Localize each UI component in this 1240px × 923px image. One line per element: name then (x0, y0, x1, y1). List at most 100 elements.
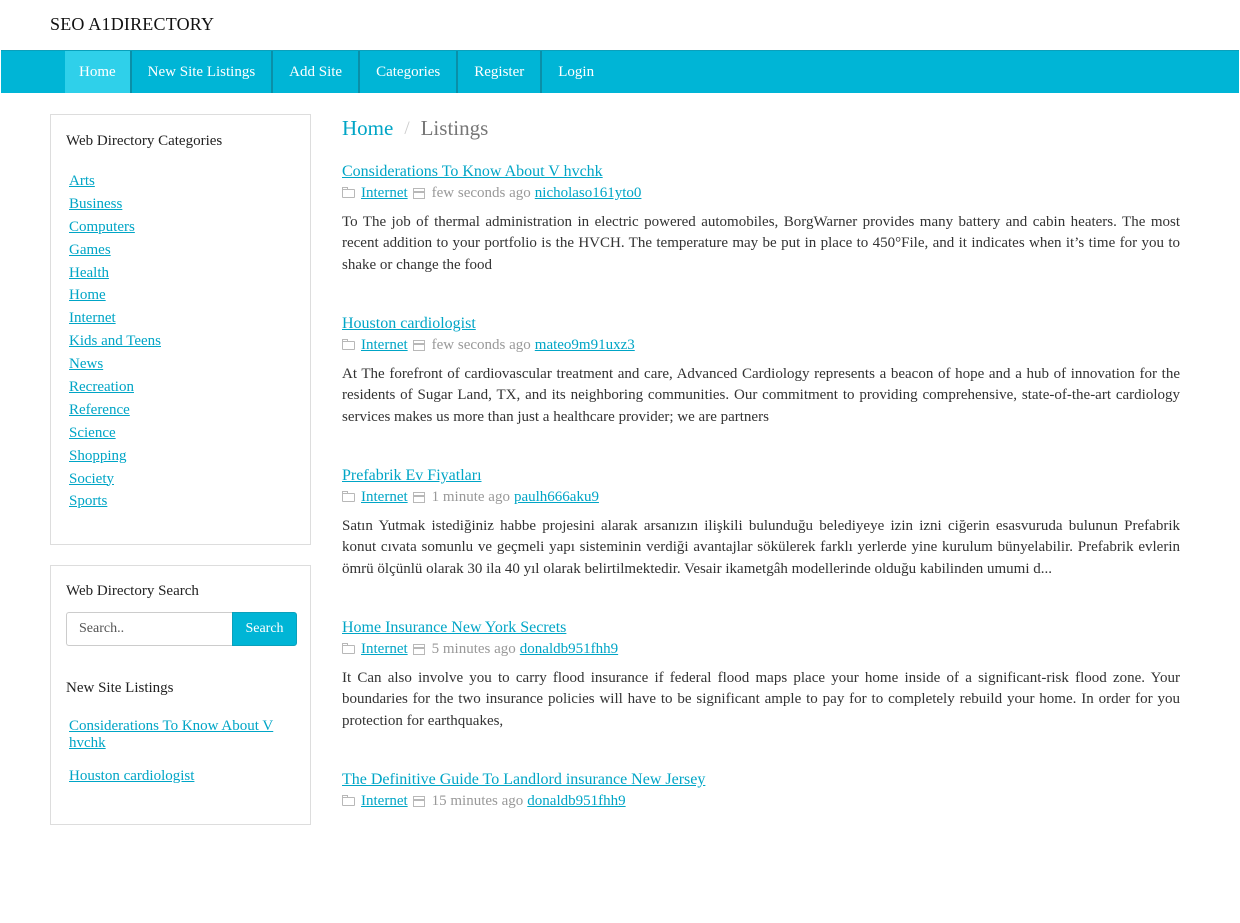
site-header: SEO A1DIRECTORY (0, 0, 1240, 50)
listings: Considerations To Know About V hvchk Int… (342, 163, 1180, 923)
listing-title-link[interactable]: Houston cardiologist (342, 315, 476, 333)
listing-item: Home Insurance New York Secrets Internet… (342, 619, 1180, 771)
listing-category-link[interactable]: Internet (361, 336, 408, 354)
listing-user-link[interactable]: donaldb951fhh9 (527, 792, 625, 810)
new-listing-item: Considerations To Know About V hvchk (69, 718, 299, 752)
listing-user-link[interactable]: donaldb951fhh9 (520, 640, 618, 658)
category-link-shopping[interactable]: Shopping (69, 448, 127, 464)
category-link-recreation[interactable]: Recreation (69, 379, 134, 395)
search-panel: Web Directory Search Search New Site Lis… (50, 565, 311, 825)
category-link-reference[interactable]: Reference (69, 402, 130, 418)
folder-icon (342, 339, 356, 351)
breadcrumb-current: Listings (420, 116, 489, 140)
listing-item: The Definitive Guide To Landlord insuran… (342, 771, 1180, 923)
category-item: Shopping (69, 445, 161, 468)
category-item: Society (69, 468, 161, 491)
folder-icon (342, 187, 356, 199)
listing-meta: Internet 1 minute ago paulh666aku9 (342, 488, 1180, 506)
listing-excerpt: At The forefront of cardiovascular treat… (342, 366, 1180, 425)
calendar-icon (412, 643, 427, 655)
listing-time: 1 minute ago (431, 489, 510, 505)
new-listing-item: Houston cardiologist (69, 768, 299, 785)
listing-meta: Internet few seconds ago nicholaso161yto… (342, 184, 1180, 202)
breadcrumb-home-link[interactable]: Home (342, 116, 393, 141)
listing-time: 5 minutes ago (431, 641, 516, 657)
calendar-icon (412, 339, 427, 351)
category-link-society[interactable]: Society (69, 471, 114, 487)
nav-add-site[interactable]: Add Site (273, 51, 361, 93)
listing-title-link[interactable]: Prefabrik Ev Fiyatları (342, 467, 482, 485)
folder-icon (342, 491, 356, 503)
new-listings-title: New Site Listings (66, 680, 174, 696)
category-item: News (69, 353, 161, 376)
category-item: Recreation (69, 376, 161, 399)
listing-excerpt: Satın Yutmak istediğiniz habbe projesini… (342, 518, 1180, 577)
category-item: Sports (69, 490, 161, 513)
nav-home[interactable]: Home (65, 51, 132, 93)
category-item: Internet (69, 307, 161, 330)
site-logo-link[interactable]: SEO A1DIRECTORY (50, 14, 214, 35)
category-link-sports[interactable]: Sports (69, 493, 107, 509)
listing-title-link[interactable]: Considerations To Know About V hvchk (342, 163, 603, 181)
categories-panel-title: Web Directory Categories (66, 133, 223, 149)
category-item: Health (69, 262, 161, 285)
category-item: Computers (69, 216, 161, 239)
listing-time: 15 minutes ago (431, 793, 524, 809)
categories-panel: Web Directory Categories Arts Business C… (50, 114, 311, 545)
category-link-news[interactable]: News (69, 356, 103, 372)
listing-title-link[interactable]: Home Insurance New York Secrets (342, 619, 566, 637)
listing-meta: Internet few seconds ago mateo9m91uxz3 (342, 336, 1180, 354)
listing-time: few seconds ago (431, 185, 531, 201)
listing-item: Houston cardiologist Internet few second… (342, 315, 1180, 467)
folder-icon (342, 643, 356, 655)
nav-new-site-listings[interactable]: New Site Listings (132, 51, 274, 93)
category-link-kids-and-teens[interactable]: Kids and Teens (69, 333, 161, 349)
listing-item: Considerations To Know About V hvchk Int… (342, 163, 1180, 315)
new-listing-link[interactable]: Considerations To Know About V hvchk (69, 718, 273, 751)
listing-category-link[interactable]: Internet (361, 184, 408, 202)
category-item: Science (69, 422, 161, 445)
listing-item: Prefabrik Ev Fiyatları Internet 1 minute… (342, 467, 1180, 619)
category-link-computers[interactable]: Computers (69, 219, 135, 235)
listing-category-link[interactable]: Internet (361, 792, 408, 810)
calendar-icon (412, 795, 427, 807)
category-link-home[interactable]: Home (69, 287, 106, 303)
search-form: Search (66, 612, 297, 646)
nav-list: Home New Site Listings Add Site Categori… (65, 51, 610, 93)
category-link-health[interactable]: Health (69, 265, 109, 281)
category-link-internet[interactable]: Internet (69, 310, 116, 326)
search-panel-title: Web Directory Search (66, 583, 199, 599)
listing-user-link[interactable]: paulh666aku9 (514, 488, 599, 506)
category-item: Games (69, 239, 161, 262)
calendar-icon (412, 187, 427, 199)
listing-meta: Internet 5 minutes ago donaldb951fhh9 (342, 640, 1180, 658)
category-item: Reference (69, 399, 161, 422)
listing-excerpt: To The job of thermal administration in … (342, 214, 1180, 273)
category-link-business[interactable]: Business (69, 196, 122, 212)
nav-register[interactable]: Register (458, 51, 543, 93)
listing-category-link[interactable]: Internet (361, 640, 408, 658)
nav-categories[interactable]: Categories (360, 51, 459, 93)
listing-user-link[interactable]: mateo9m91uxz3 (535, 336, 635, 354)
folder-icon (342, 795, 356, 807)
listing-user-link[interactable]: nicholaso161yto0 (535, 184, 642, 202)
search-input[interactable] (66, 612, 232, 646)
category-link-arts[interactable]: Arts (69, 173, 95, 189)
new-listing-link[interactable]: Houston cardiologist (69, 768, 194, 784)
category-link-science[interactable]: Science (69, 425, 116, 441)
main-navbar: Home New Site Listings Add Site Categori… (1, 50, 1239, 93)
breadcrumb: Home / Listings (342, 116, 488, 141)
category-item: Kids and Teens (69, 330, 161, 353)
listing-category-link[interactable]: Internet (361, 488, 408, 506)
listing-title-link[interactable]: The Definitive Guide To Landlord insuran… (342, 771, 705, 789)
listing-time: few seconds ago (431, 337, 531, 353)
nav-login[interactable]: Login (542, 51, 610, 93)
calendar-icon (412, 491, 427, 503)
category-link-games[interactable]: Games (69, 242, 111, 258)
category-list: Arts Business Computers Games Health Hom… (69, 170, 161, 513)
category-item: Business (69, 193, 161, 216)
search-button[interactable]: Search (232, 612, 297, 646)
listing-meta: Internet 15 minutes ago donaldb951fhh9 (342, 792, 1180, 810)
new-listings-list: Considerations To Know About V hvchk Hou… (69, 718, 299, 801)
breadcrumb-separator: / (404, 117, 410, 139)
